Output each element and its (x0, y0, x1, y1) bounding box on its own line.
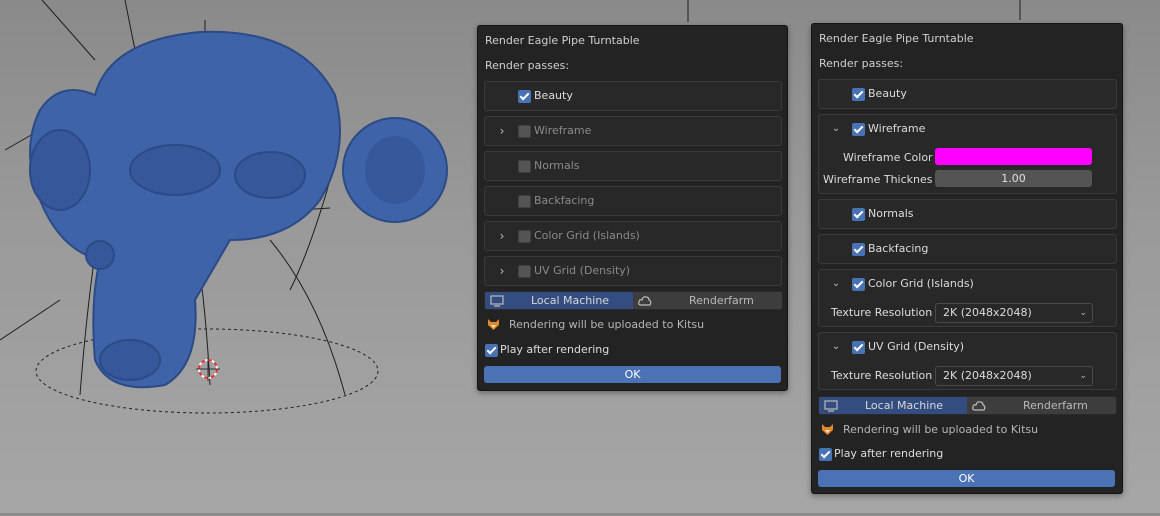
play-after-checkbox[interactable] (485, 344, 498, 357)
renderfarm-button[interactable]: Renderfarm (634, 292, 782, 309)
cloud-icon (972, 401, 986, 411)
pass-label-color-grid: Color Grid (Islands) (534, 229, 640, 242)
pass-row-uv-grid: › UV Grid (Density) (484, 256, 782, 286)
chevron-down-icon: ⌄ (1079, 308, 1087, 318)
renderfarm-label: Renderfarm (1023, 399, 1088, 412)
local-machine-label: Local Machine (531, 294, 610, 307)
kitsu-fox-icon (488, 319, 499, 330)
beauty-checkbox[interactable] (518, 90, 531, 103)
pass-panel-uv-grid: ⌄ UV Grid (Density) Texture Resolution 2… (818, 332, 1117, 390)
chevron-right-icon[interactable]: › (495, 124, 509, 138)
color-grid-checkbox[interactable] (852, 278, 865, 291)
pass-label-uv-grid: UV Grid (Density) (534, 264, 631, 277)
dialog-title: Render Eagle Pipe Turntable (485, 34, 640, 47)
3d-cursor-icon (196, 357, 220, 381)
pass-row-normals: Normals (484, 151, 782, 181)
pass-row-color-grid: › Color Grid (Islands) (484, 221, 782, 251)
beauty-checkbox[interactable] (852, 88, 865, 101)
normals-checkbox[interactable] (852, 208, 865, 221)
ok-button[interactable]: OK (484, 366, 781, 383)
pass-label-wireframe: Wireframe (868, 122, 926, 135)
wireframe-checkbox[interactable] (852, 123, 865, 136)
dialog-title: Render Eagle Pipe Turntable (819, 32, 974, 45)
pass-row-beauty: Beauty (484, 81, 782, 111)
pass-label-wireframe: Wireframe (534, 124, 592, 137)
pass-label-backfacing: Backfacing (868, 242, 929, 255)
monkey-head-model[interactable] (29, 30, 448, 389)
monitor-icon (490, 295, 504, 307)
color-grid-resolution-dropdown[interactable]: 2K (2048x2048) ⌄ (935, 303, 1093, 323)
dropdown-value: 2K (2048x2048) (943, 306, 1032, 319)
pass-row-normals: Normals (818, 199, 1117, 229)
backfacing-checkbox[interactable] (518, 195, 531, 208)
chevron-down-icon[interactable]: ⌄ (829, 122, 843, 136)
uv-grid-checkbox[interactable] (852, 341, 865, 354)
texture-resolution-label: Texture Resolution (831, 306, 933, 319)
render-target-toggle: Local Machine Renderfarm (818, 396, 1117, 415)
backfacing-checkbox[interactable] (852, 243, 865, 256)
pass-row-backfacing: Backfacing (484, 186, 782, 216)
renderfarm-button[interactable]: Renderfarm (968, 397, 1116, 414)
left-render-dialog: Render Eagle Pipe Turntable Render passe… (477, 25, 788, 391)
renderfarm-label: Renderfarm (689, 294, 754, 307)
pass-panel-wireframe: ⌄ Wireframe Wireframe Color Wireframe Th… (818, 114, 1117, 194)
color-grid-checkbox[interactable] (518, 230, 531, 243)
chevron-down-icon[interactable]: ⌄ (829, 340, 843, 354)
render-target-toggle: Local Machine Renderfarm (484, 291, 783, 310)
pass-row-beauty: Beauty (818, 79, 1117, 109)
normals-checkbox[interactable] (518, 160, 531, 173)
chevron-down-icon: ⌄ (1079, 371, 1087, 381)
ok-button[interactable]: OK (818, 470, 1115, 487)
render-passes-label: Render passes: (819, 57, 904, 70)
right-render-dialog: Render Eagle Pipe Turntable Render passe… (811, 23, 1123, 494)
wireframe-checkbox[interactable] (518, 125, 531, 138)
play-after-label: Play after rendering (834, 447, 944, 460)
pass-label-normals: Normals (868, 207, 914, 220)
pass-label-beauty: Beauty (868, 87, 907, 100)
pass-row-backfacing: Backfacing (818, 234, 1117, 264)
texture-resolution-label: Texture Resolution (831, 369, 933, 382)
chevron-right-icon[interactable]: › (495, 229, 509, 243)
pass-row-wireframe: › Wireframe (484, 116, 782, 146)
monitor-icon (824, 400, 838, 412)
dropdown-value: 2K (2048x2048) (943, 369, 1032, 382)
wireframe-thickness-field[interactable]: 1.00 (935, 170, 1092, 187)
wireframe-color-swatch[interactable] (935, 148, 1092, 165)
chevron-right-icon[interactable]: › (495, 264, 509, 278)
local-machine-button[interactable]: Local Machine (485, 292, 633, 309)
pass-label-color-grid: Color Grid (Islands) (868, 277, 974, 290)
upload-note: Rendering will be uploaded to Kitsu (509, 318, 705, 331)
uv-grid-resolution-dropdown[interactable]: 2K (2048x2048) ⌄ (935, 366, 1093, 386)
wireframe-thickness-label: Wireframe Thicknes (823, 173, 933, 186)
local-machine-label: Local Machine (865, 399, 944, 412)
local-machine-button[interactable]: Local Machine (819, 397, 967, 414)
play-after-label: Play after rendering (500, 343, 610, 356)
upload-note: Rendering will be uploaded to Kitsu (843, 423, 1039, 436)
pass-label-backfacing: Backfacing (534, 194, 595, 207)
uv-grid-checkbox[interactable] (518, 265, 531, 278)
pass-panel-color-grid: ⌄ Color Grid (Islands) Texture Resolutio… (818, 269, 1117, 327)
kitsu-fox-icon (822, 424, 833, 435)
cloud-icon (638, 296, 652, 306)
chevron-down-icon[interactable]: ⌄ (829, 277, 843, 291)
pass-label-uv-grid: UV Grid (Density) (868, 340, 965, 353)
play-after-checkbox[interactable] (819, 448, 832, 461)
pass-label-normals: Normals (534, 159, 580, 172)
render-passes-label: Render passes: (485, 59, 570, 72)
pass-label-beauty: Beauty (534, 89, 573, 102)
wireframe-color-label: Wireframe Color (843, 151, 933, 164)
